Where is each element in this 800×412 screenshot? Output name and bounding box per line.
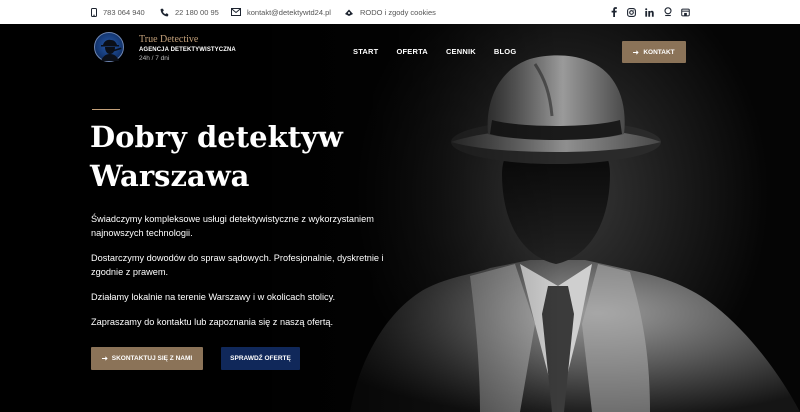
- store-icon[interactable]: [681, 8, 690, 17]
- pin-icon[interactable]: [663, 7, 672, 17]
- linkedin-icon[interactable]: [645, 7, 654, 17]
- top-contact-bar: 783 064 940 22 180 00 95 kontakt@detekty…: [0, 0, 800, 24]
- nav-item-start[interactable]: START: [353, 47, 378, 56]
- nav-item-cennik[interactable]: CENNIK: [446, 47, 476, 56]
- nav-item-blog[interactable]: BLOG: [494, 47, 516, 56]
- main-navigation: START OFERTA CENNIK BLOG: [353, 47, 534, 56]
- brand-subtitle: AGENCJA DETEKTYWISTYCZNA: [139, 47, 236, 53]
- contact-us-button[interactable]: SKONTAKTUJ SIĘ Z NAMI: [91, 347, 203, 370]
- phone2-link[interactable]: 22 180 00 95: [160, 0, 219, 24]
- hero-paragraph-3: Działamy lokalnie na terenie Warszawy i …: [91, 292, 336, 302]
- title-divider: [92, 109, 120, 110]
- hero-paragraph-2: Dostarczymy dowodów do spraw sądowych. P…: [91, 253, 384, 277]
- arrow-right-icon: [633, 49, 639, 55]
- brand-hours: 24h / 7 dni: [139, 55, 170, 62]
- check-offer-button[interactable]: SPRAWDŹ OFERTĘ: [221, 347, 300, 370]
- email-text: kontakt@detektywtd24.pl: [247, 7, 331, 17]
- kontakt-button-label: KONTAKT: [643, 48, 675, 56]
- email-link[interactable]: kontakt@detektywtd24.pl: [231, 0, 331, 24]
- phone1-text: 783 064 940: [103, 7, 145, 17]
- rodo-link[interactable]: RODO i zgody cookies: [344, 0, 436, 24]
- instagram-icon[interactable]: [627, 7, 636, 17]
- hero-paragraph-1: Świadczymy kompleksowe usługi detektywis…: [91, 214, 374, 238]
- nav-item-oferta[interactable]: OFERTA: [396, 47, 427, 56]
- facebook-icon[interactable]: [609, 7, 618, 17]
- arrow-right-icon: [101, 356, 108, 361]
- hero-title: Dobry detektyw Warszawa: [90, 118, 370, 196]
- rodo-text: RODO i zgody cookies: [360, 7, 436, 17]
- brand-logo[interactable]: True Detective AGENCJA DETEKTYWISTYCZNA …: [139, 34, 236, 62]
- hero-title-line1: Dobry detektyw: [90, 120, 343, 154]
- phone-icon: [160, 8, 169, 16]
- hero-title-line2: Warszawa: [90, 159, 250, 193]
- hero-section: True Detective AGENCJA DETEKTYWISTYCZNA …: [0, 24, 800, 412]
- mobile-phone-icon: [91, 7, 97, 17]
- hero-paragraph-4: Zapraszamy do kontaktu lub zapoznania si…: [91, 317, 334, 327]
- phone1-link[interactable]: 783 064 940: [91, 0, 145, 24]
- kontakt-button[interactable]: KONTAKT: [622, 41, 686, 63]
- rodo-icon: [345, 9, 353, 16]
- mail-icon: [231, 8, 241, 16]
- logo-badge-icon[interactable]: [94, 32, 124, 62]
- phone2-text: 22 180 00 95: [175, 7, 219, 17]
- brand-name: True Detective: [139, 34, 199, 45]
- contact-us-button-label: SKONTAKTUJ SIĘ Z NAMI: [111, 355, 193, 362]
- social-links: [609, 0, 690, 24]
- check-offer-button-label: SPRAWDŹ OFERTĘ: [230, 355, 291, 362]
